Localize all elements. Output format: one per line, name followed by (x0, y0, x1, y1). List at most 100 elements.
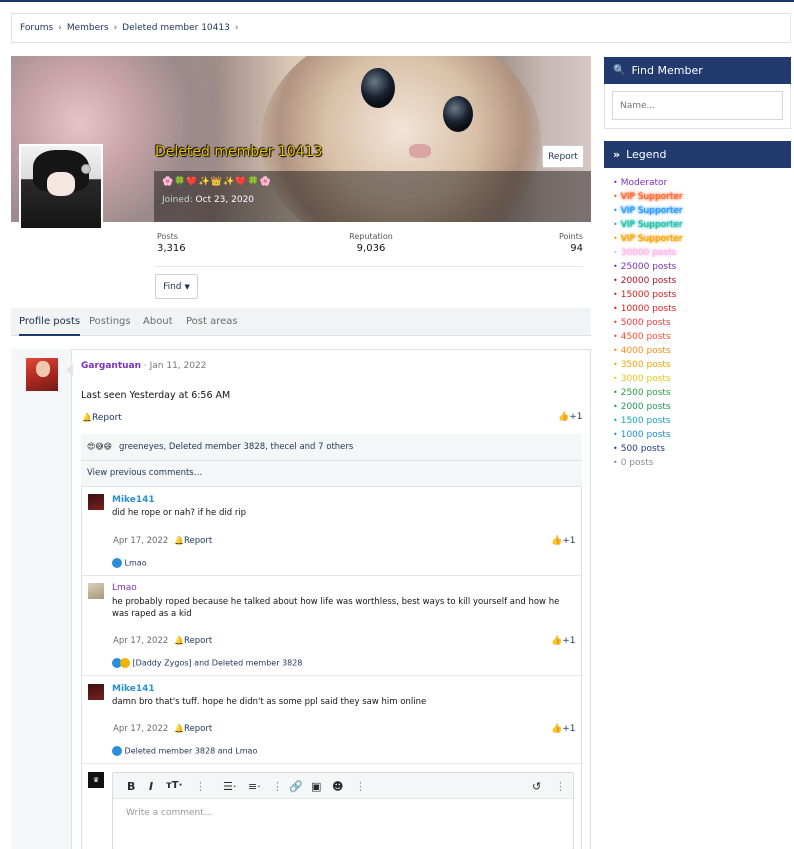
breadcrumb-members[interactable]: Members (67, 23, 109, 33)
legend-label: Moderator (620, 178, 668, 188)
legend-item[interactable]: • 25000 posts (613, 262, 676, 272)
comment-date[interactable]: Apr 17, 2022 (113, 724, 168, 734)
legend-item[interactable]: • 3000 posts (613, 374, 671, 384)
legend-item[interactable]: • 0 posts (613, 458, 653, 468)
more-options-icon[interactable]: ⋮ (195, 780, 206, 793)
current-user-avatar[interactable]: ♛ (88, 772, 104, 788)
more-options-icon[interactable]: ⋮ (555, 780, 566, 793)
tab-about[interactable]: About (143, 308, 173, 336)
comment-like-button[interactable]: 👍+1 (551, 724, 576, 734)
banner-kitten-nose (409, 144, 431, 158)
align-icon[interactable]: ≡· (248, 780, 261, 793)
comment-report-link[interactable]: 🔔Report (174, 536, 212, 546)
member-title-emojis: 🌸🍀❤️✨👑✨❤️🍀🌸 (162, 177, 272, 187)
post-like-button[interactable]: 👍+1 (558, 412, 583, 422)
comment-reactions[interactable]: Lmao (112, 558, 147, 568)
reaction-emojis-icon: 😍😅😄 (87, 442, 113, 451)
comment-like-button[interactable]: 👍+1 (551, 636, 576, 646)
list-icon[interactable]: ☰· (223, 780, 236, 793)
comment-author-avatar[interactable] (88, 684, 104, 700)
tab-post-areas[interactable]: Post areas (186, 308, 238, 336)
more-options-icon[interactable]: ⋮ (272, 780, 283, 793)
legend-item[interactable]: • 1500 posts (613, 416, 671, 426)
thumbs-up-icon: 👍 (551, 636, 563, 646)
legend-item[interactable]: • Moderator (613, 178, 667, 188)
post-author-avatar[interactable] (26, 358, 58, 391)
joined-label: Joined: (162, 195, 193, 205)
comment-reactions[interactable]: [Daddy Zygos] and Deleted member 3828 (112, 658, 302, 668)
legend-item[interactable]: • 500 posts (613, 444, 665, 454)
comment-editor-placeholder[interactable]: Write a comment... (126, 808, 212, 818)
legend-label: 4500 posts (620, 332, 671, 342)
legend-item[interactable]: • 20000 posts (613, 276, 676, 286)
chevron-right-icon: › (113, 23, 118, 33)
post-report-link[interactable]: 🔔Report (82, 413, 122, 423)
legend-item[interactable]: • 5000 posts (613, 318, 671, 328)
view-previous-comments[interactable]: View previous comments… (81, 461, 582, 487)
comment-author-avatar[interactable] (88, 583, 104, 599)
legend-item[interactable]: • VIP Supporter (613, 220, 683, 230)
legend-label: 4000 posts (620, 346, 671, 356)
bell-icon: 🔔 (82, 413, 92, 422)
thumbs-up-icon: 👍 (551, 724, 563, 734)
legend-label: 20000 posts (620, 276, 677, 286)
legend-item[interactable]: • 3500 posts (613, 360, 671, 370)
more-options-icon[interactable]: ⋮ (355, 780, 366, 793)
comment-date[interactable]: Apr 17, 2022 (113, 536, 168, 546)
report-button[interactable]: Report (542, 145, 584, 168)
text-size-icon[interactable]: тT· (166, 780, 182, 791)
find-button[interactable]: Find ▼ (155, 274, 198, 299)
stat-points[interactable]: Points 94 (540, 232, 583, 254)
legend-item[interactable]: • 4500 posts (613, 332, 671, 342)
legend-dot-icon: • (613, 234, 618, 243)
emoji-icon[interactable]: ☻ (332, 780, 343, 793)
legend-item[interactable]: • 4000 posts (613, 346, 671, 356)
comment-author[interactable]: Lmao (112, 583, 137, 593)
tab-postings[interactable]: Postings (89, 308, 131, 336)
legend-item[interactable]: • 30000 posts (613, 248, 676, 258)
reaction-users[interactable]: greeneyes, Deleted member 3828, thecel a… (119, 442, 353, 452)
legend-item[interactable]: • VIP Supporter (613, 192, 683, 202)
comment-date[interactable]: Apr 17, 2022 (113, 636, 168, 646)
undo-icon[interactable]: ↺ (532, 780, 541, 793)
legend-dot-icon: • (613, 360, 618, 369)
stat-value: 94 (570, 243, 583, 254)
member-search-input[interactable] (612, 91, 783, 120)
comment-author[interactable]: Mike141 (112, 495, 155, 505)
stat-reputation[interactable]: Reputation 9,036 (349, 232, 393, 254)
legend-item[interactable]: • 1000 posts (613, 430, 671, 440)
bold-icon[interactable]: B (127, 780, 135, 793)
legend-label: 10000 posts (620, 304, 677, 314)
image-icon[interactable]: ▣ (311, 780, 321, 793)
comment-author[interactable]: Mike141 (112, 684, 155, 694)
comment-like-button[interactable]: 👍+1 (551, 536, 576, 546)
profile-avatar[interactable] (19, 144, 103, 230)
comment-report-link[interactable]: 🔔Report (174, 724, 212, 734)
legend-item[interactable]: • 10000 posts (613, 304, 676, 314)
post-date[interactable]: · Jan 11, 2022 (144, 361, 207, 371)
legend-dot-icon: • (613, 430, 618, 439)
legend-item[interactable]: • VIP Supporter (613, 234, 683, 244)
breadcrumb-forums[interactable]: Forums (20, 23, 53, 33)
comment-report-link[interactable]: 🔔Report (174, 636, 212, 646)
tab-profile-posts[interactable]: Profile posts (19, 308, 81, 336)
breadcrumb: Forums › Members › Deleted member 10413 … (11, 13, 791, 43)
breadcrumb-member[interactable]: Deleted member 10413 (122, 23, 230, 33)
link-icon[interactable]: 🔗 (289, 780, 303, 793)
legend-item[interactable]: • 2000 posts (613, 402, 671, 412)
legend-item[interactable]: • 15000 posts (613, 290, 676, 300)
post-reactions-summary[interactable]: 😍😅😄 greeneyes, Deleted member 3828, thec… (81, 434, 582, 461)
italic-icon[interactable]: I (149, 780, 153, 793)
comment-reactions[interactable]: Deleted member 3828 and Lmao (112, 746, 257, 756)
legend-label: 1000 posts (620, 430, 671, 440)
legend-label: VIP Supporter (620, 220, 683, 230)
comment-author-avatar[interactable] (88, 494, 104, 510)
legend-label: 5000 posts (620, 318, 671, 328)
legend-item[interactable]: • VIP Supporter (613, 206, 683, 216)
legend-item[interactable]: • 2500 posts (613, 388, 671, 398)
stat-value: 9,036 (356, 243, 386, 254)
stat-posts[interactable]: Posts 3,316 (157, 232, 186, 254)
post-author[interactable]: Gargantuan (81, 361, 141, 371)
member-name: Deleted member 10413 (155, 144, 323, 160)
legend-header: » Legend (604, 141, 791, 168)
